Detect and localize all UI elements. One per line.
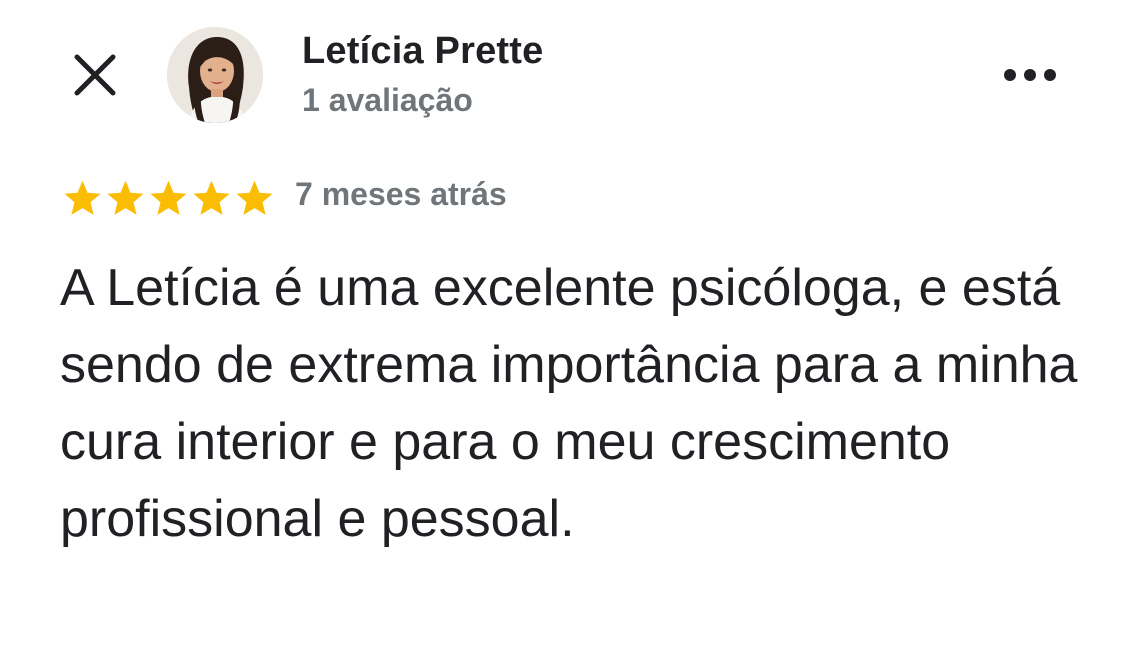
avatar-photo	[167, 27, 263, 123]
close-button[interactable]	[60, 40, 130, 110]
more-options-button[interactable]	[995, 50, 1065, 100]
avatar[interactable]	[167, 27, 263, 123]
close-icon	[74, 54, 116, 96]
star-filled-icon	[107, 180, 144, 215]
review-text: A Letícia é uma excelente psicóloga, e e…	[60, 259, 1078, 548]
review-date: 7 meses atrás	[295, 176, 507, 212]
reviewer-review-count[interactable]: 1 avaliação	[302, 82, 473, 119]
reviewer-name[interactable]: Letícia Prette	[302, 30, 543, 73]
star-filled-icon	[64, 180, 101, 215]
star-filled-icon	[150, 180, 187, 215]
more-options-icon	[1004, 69, 1056, 81]
star-rating	[62, 176, 275, 220]
star-filled-icon	[236, 180, 273, 215]
star-filled-icon	[193, 180, 230, 215]
